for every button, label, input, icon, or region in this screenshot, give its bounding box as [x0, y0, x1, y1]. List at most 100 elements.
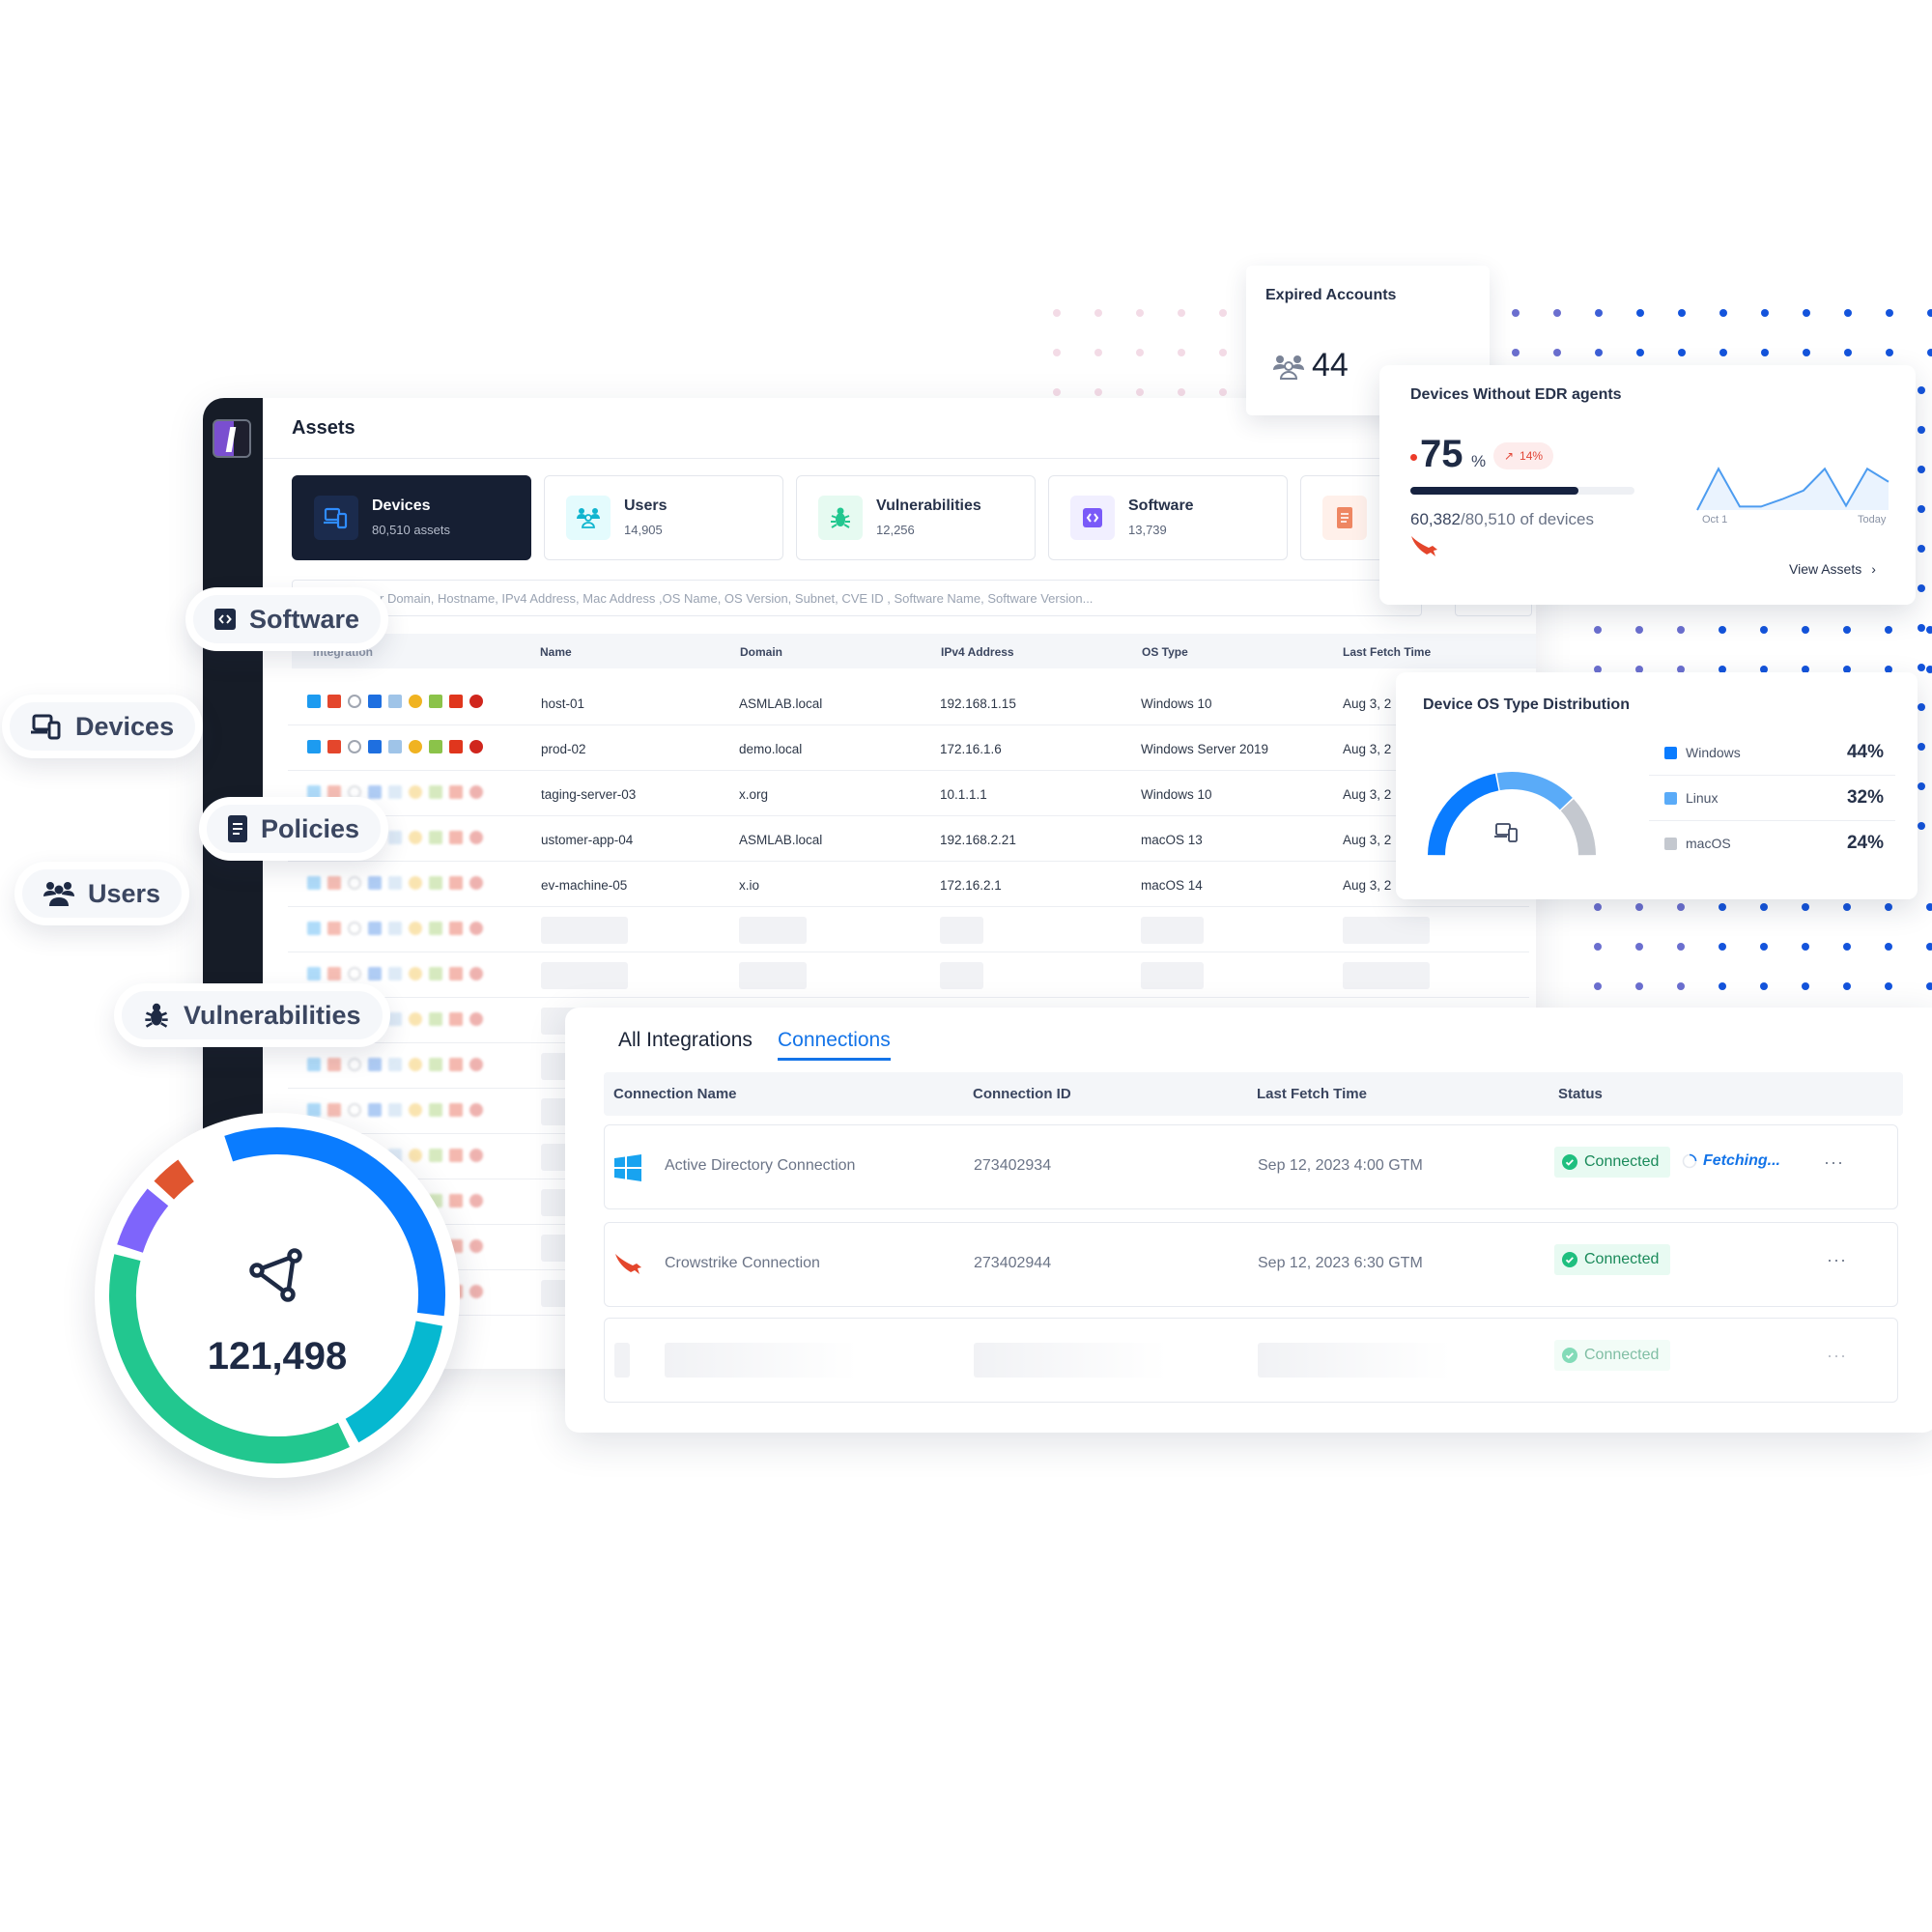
status-badge: Connected — [1554, 1340, 1670, 1371]
vmware-icon — [429, 740, 442, 753]
integration-icons — [307, 740, 483, 753]
pill-policies[interactable]: Policies — [199, 797, 389, 861]
column-header-name[interactable]: Name — [540, 645, 572, 659]
sparkline-end-label: Today — [1858, 514, 1887, 526]
devices-icon — [1494, 823, 1518, 842]
decor-dot — [1512, 309, 1520, 317]
card-label: Users — [624, 497, 668, 514]
column-header-os-type[interactable]: OS Type — [1142, 645, 1188, 659]
tab-connections[interactable]: Connections — [778, 1029, 891, 1061]
windows-icon — [307, 922, 321, 935]
app-logo[interactable] — [213, 419, 251, 458]
table-row[interactable]: ev-machine-05 x.io 172.16.2.1 macOS 14 Aug 3… — [288, 862, 1529, 907]
defender-icon — [368, 785, 382, 799]
category-card-devices[interactable]: Devices 80,510 assets — [292, 475, 531, 560]
decor-dot — [1635, 982, 1643, 990]
policy-icon — [1322, 496, 1367, 540]
decor-dot — [1136, 309, 1144, 317]
cell-domain: demo.local — [739, 742, 803, 756]
cell-name: prod-02 — [541, 742, 586, 756]
decor-dot — [1719, 309, 1727, 317]
tab-all-integrations[interactable]: All Integrations — [618, 1029, 753, 1052]
decor-dot — [1918, 466, 1925, 473]
tenable-icon — [388, 740, 402, 753]
column-header-last-fetch[interactable]: Last Fetch Time — [1257, 1086, 1367, 1102]
table-row[interactable]: taging-server-03 x.org 10.1.1.1 Windows 10 A… — [288, 771, 1529, 816]
pill-vulnerabilities[interactable]: Vulnerabilities — [114, 983, 390, 1047]
legend-swatch — [1664, 838, 1677, 850]
check-circle-icon — [1562, 1348, 1577, 1363]
code-icon — [1070, 496, 1115, 540]
column-header-ipv4[interactable]: IPv4 Address — [941, 645, 1014, 659]
decor-dot — [1802, 943, 1809, 951]
decor-dot — [1844, 309, 1852, 317]
qualys-icon — [409, 740, 422, 753]
decor-dot — [1219, 309, 1227, 317]
column-header-connection-name[interactable]: Connection Name — [613, 1086, 737, 1102]
decor-dot — [1635, 903, 1643, 911]
crowdstrike-icon — [327, 876, 341, 890]
pill-devices[interactable]: Devices — [2, 695, 204, 758]
qualys-icon — [409, 1058, 422, 1071]
more-options-button[interactable]: ··· — [1827, 1346, 1847, 1366]
category-card-software[interactable]: Software 13,739 — [1048, 475, 1288, 560]
decor-dot — [1677, 982, 1685, 990]
share-nodes-icon — [249, 1248, 302, 1302]
decor-dot — [1802, 626, 1809, 634]
table-row[interactable]: prod-02 demo.local 172.16.1.6 Windows Serve… — [288, 725, 1529, 771]
redhat-icon — [469, 1103, 483, 1117]
qualys-icon — [409, 1012, 422, 1026]
defender-icon — [368, 876, 382, 890]
decor-dot — [1885, 943, 1892, 951]
column-header-status[interactable]: Status — [1558, 1086, 1603, 1102]
rapid7-icon — [449, 740, 463, 753]
sentinel-icon — [348, 695, 361, 708]
integration-icons — [307, 1058, 483, 1071]
table-row[interactable] — [288, 952, 1529, 998]
column-header-domain[interactable]: Domain — [740, 645, 782, 659]
skeleton — [1141, 917, 1204, 944]
code-icon — [214, 609, 236, 630]
page-title: Assets — [292, 417, 355, 439]
table-row[interactable] — [288, 907, 1529, 952]
decor-dot — [1926, 982, 1932, 990]
column-header-connection-id[interactable]: Connection ID — [973, 1086, 1071, 1102]
column-header-last-fetch[interactable]: Last Fetch Time — [1343, 645, 1431, 659]
fetching-indicator: Fetching... — [1682, 1152, 1780, 1170]
card-title: Devices Without EDR agents — [1410, 386, 1622, 403]
table-row[interactable]: ustomer-app-04 ASMLAB.local 192.168.2.21 ma… — [288, 816, 1529, 862]
pill-software[interactable]: Software — [185, 587, 389, 651]
legend-value: 32% — [1846, 787, 1884, 808]
card-label: Software — [1128, 497, 1194, 514]
pill-users[interactable]: Users — [14, 862, 190, 925]
edr-percent: 75 — [1420, 433, 1463, 475]
connections-table-header: Connection Name Connection ID Last Fetch… — [604, 1072, 1903, 1116]
decor-dot — [1761, 309, 1769, 317]
policy-icon — [228, 815, 247, 842]
table-row[interactable]: host-01 ASMLAB.local 192.168.1.15 Windows 1… — [288, 680, 1529, 725]
connection-row[interactable]: Crowstrike Connection 273402944 Sep 12, … — [604, 1222, 1898, 1307]
decor-dot — [1094, 388, 1102, 396]
more-options-button[interactable]: ··· — [1827, 1250, 1847, 1270]
redhat-icon — [469, 695, 483, 708]
connection-row[interactable]: Active Directory Connection 273402934 Se… — [604, 1124, 1898, 1209]
decor-dot — [1885, 903, 1892, 911]
decor-dot — [1512, 349, 1520, 356]
decor-dot — [1760, 626, 1768, 634]
total-count: 121,498 — [207, 1335, 348, 1378]
pill-label: Vulnerabilities — [184, 1000, 361, 1030]
view-assets-link[interactable]: View Assets › — [1789, 561, 1876, 577]
expired-count: 44 — [1312, 347, 1349, 384]
search-input[interactable]: r Domain, Hostname, IPv4 Address, Mac Ad… — [292, 580, 1422, 616]
category-card-users[interactable]: Users 14,905 — [544, 475, 783, 560]
chevron-right-icon: › — [1871, 561, 1876, 577]
gauge-segment-linux — [1496, 772, 1573, 810]
decor-dot — [1553, 349, 1561, 356]
more-options-button[interactable]: ··· — [1824, 1152, 1844, 1173]
decor-dot — [1594, 903, 1602, 911]
redhat-icon — [469, 1239, 483, 1253]
defender-icon — [368, 695, 382, 708]
decor-dot — [1136, 349, 1144, 356]
decor-dot — [1803, 349, 1810, 356]
category-card-vulnerabilities[interactable]: Vulnerabilities 12,256 — [796, 475, 1036, 560]
